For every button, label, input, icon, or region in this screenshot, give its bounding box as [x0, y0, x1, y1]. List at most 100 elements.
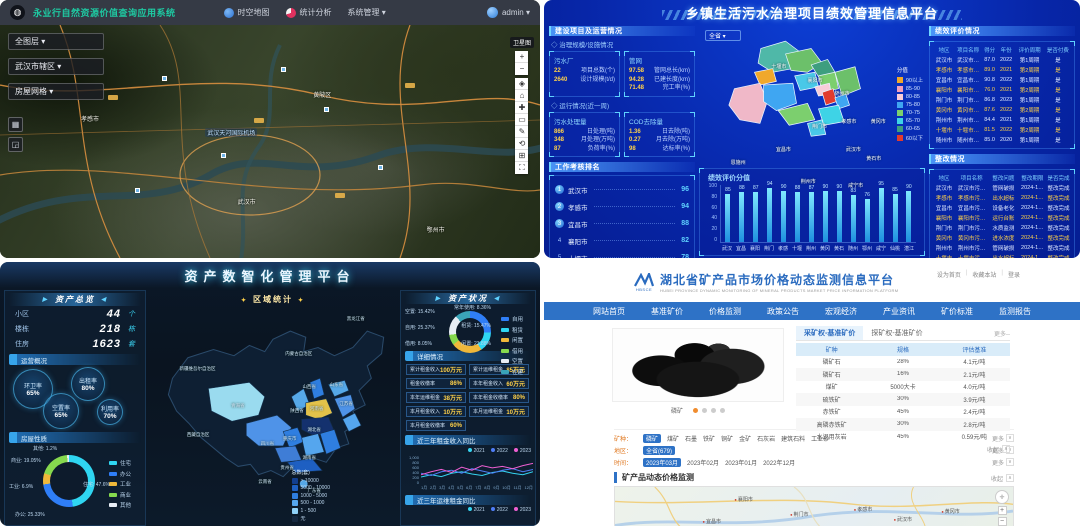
collapse-button[interactable]: ∧	[1002, 445, 1010, 453]
collapse-button[interactable]: ∧	[1006, 474, 1014, 482]
table-row[interactable]: 黄冈市黄冈市…87.62022第2周期是	[933, 105, 1071, 115]
ranking-row[interactable]: 5十堰市78	[555, 249, 689, 258]
filter-tag[interactable]: 铁矿	[703, 434, 715, 443]
table-row[interactable]: 黄冈市黄冈市污…进水浓度2024-1…整改完成	[933, 233, 1071, 243]
table-row[interactable]: 宜昌市宜昌市…90.82022第1周期是	[933, 75, 1071, 85]
ranking-row[interactable]: 3宜昌市88	[555, 215, 689, 232]
legend-entry[interactable]: 2021	[468, 448, 485, 454]
price-tab[interactable]: 采矿权-基准矿价	[796, 326, 863, 340]
table-row[interactable]: 水泥用灰岩45%0.59元/吨	[796, 431, 1010, 444]
legend-entry[interactable]: 2021	[468, 507, 485, 513]
price-monitor-map[interactable]: 襄阳市宜昌市荆门市孝感市武汉市黄冈市 ✛ + −	[614, 486, 1014, 526]
map-zoom-out[interactable]: −	[998, 517, 1007, 526]
poi-marker[interactable]	[281, 67, 286, 72]
layer-dropdown[interactable]: 全图层 ▾	[8, 33, 104, 50]
table-row[interactable]: 荆州市荆州市污…管网破损2024-1…整改完成	[933, 243, 1071, 253]
top-link[interactable]: 设为首页	[937, 270, 961, 279]
filter-tag[interactable]: 2023年03月	[643, 458, 681, 467]
table-row[interactable]: 随州市随州市…85.02020第1周期是	[933, 135, 1071, 145]
nav-item[interactable]: 监测报告	[999, 306, 1031, 317]
table-row[interactable]: 武汉市武汉市污…管网破损2024-1…整改完成	[933, 183, 1071, 193]
china-map[interactable]	[152, 304, 398, 514]
filter-tag[interactable]: 全省(679)	[643, 446, 675, 455]
table-row[interactable]: 荆门市荆门市…86.82023第1周期是	[933, 95, 1071, 105]
table-row[interactable]: 孝感市孝感市…89.02021第2周期是	[933, 65, 1071, 75]
carousel-dot[interactable]	[702, 408, 707, 413]
tool-button-7[interactable]: ⛶	[515, 162, 528, 174]
poi-marker[interactable]	[135, 188, 140, 193]
satellite-map[interactable]: 全图层 ▾武汉市辖区 ▾房屋网格 ▾ ▦◲ 卫星图 +− ◈⌂✚▭✎⟲⊞⛶ 武汉…	[0, 25, 540, 258]
table-row[interactable]: 襄阳市襄阳市…76.02021第2周期是	[933, 85, 1071, 95]
filter-tag[interactable]: 煤矿	[667, 434, 679, 443]
poi-marker[interactable]	[162, 76, 167, 81]
ranking-row[interactable]: 4襄阳市82	[555, 232, 689, 249]
nav-item[interactable]: 价格监测	[709, 306, 741, 317]
zoom-in-button[interactable]: +	[515, 51, 528, 63]
map-square-button[interactable]: ◲	[8, 137, 23, 152]
table-row[interactable]: 荆州市荆州市…84.42021第1周期是	[933, 115, 1071, 125]
table-row[interactable]: 磷矿石28%4.1元/吨	[796, 356, 1010, 369]
tool-button-6[interactable]: ⊞	[515, 150, 528, 162]
table-row[interactable]: 十堰市十堰市污…出水超标2024-1…整改完成	[933, 253, 1071, 258]
filter-tag[interactable]: 2022年12月	[763, 458, 795, 467]
ranking-row[interactable]: 2孝感市94	[555, 198, 689, 215]
map-square-button[interactable]: ▦	[8, 117, 23, 132]
poi-marker[interactable]	[221, 153, 226, 158]
table-row[interactable]: 赤铁矿45%2.4元/吨	[796, 406, 1010, 419]
region-select[interactable]: 全省 ▾	[705, 30, 741, 41]
top-link[interactable]: 登录	[1008, 270, 1020, 279]
nav-item[interactable]: 矿价标准	[941, 306, 973, 317]
table-row[interactable]: 武汉市武汉市…87.02022第1周期是	[933, 55, 1071, 65]
filter-tag[interactable]: 石墨	[685, 434, 697, 443]
nav-item[interactable]: 产业资讯	[883, 306, 915, 317]
nav-item[interactable]: 网站首页	[593, 306, 625, 317]
map-zoom-in[interactable]: +	[998, 506, 1007, 515]
filter-tag[interactable]: 铜矿	[721, 434, 733, 443]
table-row[interactable]: 荆门市荆门市污…水质监测2024-1…整改完成	[933, 223, 1071, 233]
legend-entry[interactable]: 2022	[491, 507, 508, 513]
price-tab[interactable]: 探矿权-基准矿价	[863, 326, 930, 340]
tool-button-1[interactable]: ⌂	[515, 90, 528, 102]
tool-button-3[interactable]: ▭	[515, 114, 528, 126]
filter-tag[interactable]: 2023年02月	[687, 458, 719, 467]
pan-control[interactable]: ✛	[995, 490, 1009, 504]
legend-entry[interactable]: 2023	[514, 507, 531, 513]
table-row[interactable]: 襄阳市襄阳市污…运行台账2024-1…整改完成	[933, 213, 1071, 223]
nav-item[interactable]: 宏观经济	[825, 306, 857, 317]
top-link[interactable]: 收藏本站	[972, 270, 996, 279]
zoom-out-button[interactable]: −	[515, 63, 528, 75]
filter-tag[interactable]: 2023年01月	[725, 458, 757, 467]
menu-item[interactable]: 时空地图	[224, 7, 270, 18]
menu-item[interactable]: 统计分析	[286, 7, 332, 18]
table-row[interactable]: 孝感市孝感市污…出水超标2024-1…整改完成	[933, 193, 1071, 203]
table-row[interactable]: 十堰市十堰市…81.52022第2周期是	[933, 125, 1071, 135]
filter-tag[interactable]: 石灰岩	[757, 434, 775, 443]
ranking-row[interactable]: 1武汉市96	[555, 181, 689, 198]
tool-button-5[interactable]: ⟲	[515, 138, 528, 150]
table-row[interactable]: 硫铁矿30%3.9元/吨	[796, 393, 1010, 406]
legend-entry[interactable]: 2022	[491, 448, 508, 454]
site-logo[interactable]: HBSCE	[634, 273, 654, 292]
legend-entry[interactable]: 2023	[514, 448, 531, 454]
hubei-choropleth-map[interactable]	[707, 32, 897, 160]
carousel-dot[interactable]	[720, 408, 725, 413]
filter-more[interactable]: 更多∨	[992, 458, 1014, 467]
nav-item[interactable]: 政策公告	[767, 306, 799, 317]
more-link[interactable]: 更多--	[994, 329, 1010, 338]
layer-dropdown[interactable]: 武汉市辖区 ▾	[8, 58, 104, 75]
filter-tag[interactable]: 金矿	[739, 434, 751, 443]
carousel-dot[interactable]	[693, 408, 698, 413]
table-row[interactable]: 煤矿5000大卡4.0元/吨	[796, 381, 1010, 394]
tool-button-2[interactable]: ✚	[515, 102, 528, 114]
table-row[interactable]: 高磷赤铁矿30%2.8元/吨	[796, 418, 1010, 431]
poi-marker[interactable]	[324, 107, 329, 112]
carousel-dot[interactable]	[711, 408, 716, 413]
layer-dropdown[interactable]: 房屋网格 ▾	[8, 83, 104, 100]
poi-marker[interactable]	[378, 165, 383, 170]
menu-item[interactable]: 系统管理 ▾	[348, 7, 386, 18]
nav-item[interactable]: 基准矿价	[651, 306, 683, 317]
table-row[interactable]: 宜昌市宜昌市污…设备老化2024-1…整改完成	[933, 203, 1071, 213]
layer-switch-chip[interactable]: 卫星图	[510, 37, 534, 48]
user-menu[interactable]: admin ▾	[487, 7, 530, 18]
tool-button-0[interactable]: ◈	[515, 78, 528, 90]
